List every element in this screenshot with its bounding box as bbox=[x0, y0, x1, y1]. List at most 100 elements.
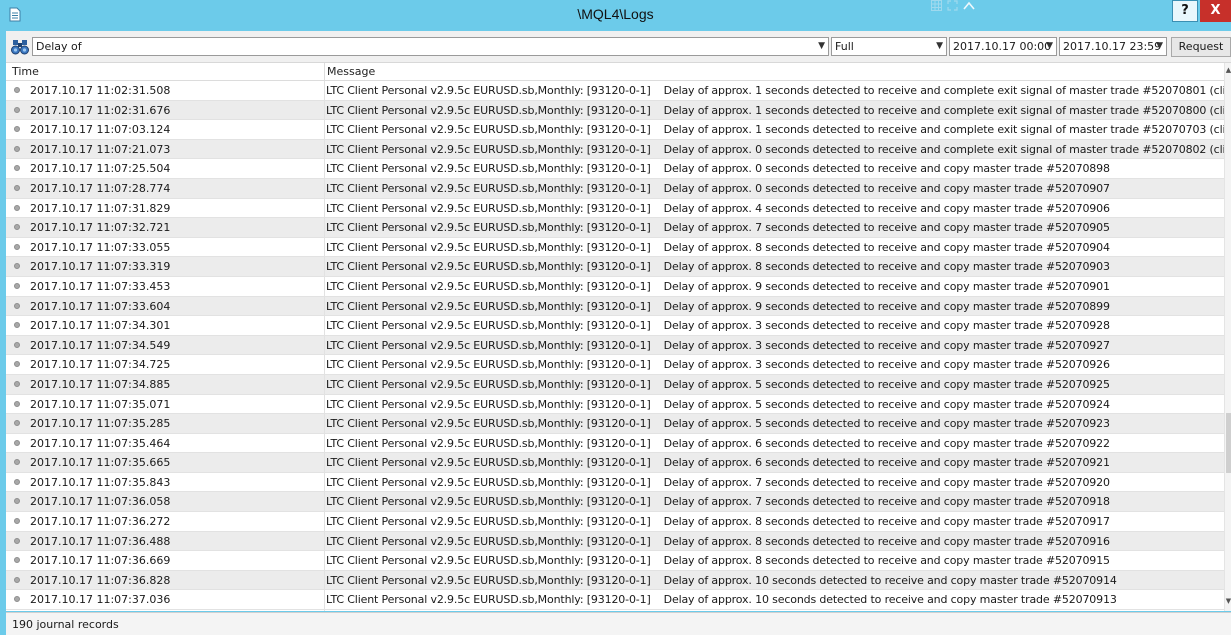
chevron-down-icon[interactable]: ▼ bbox=[1046, 38, 1053, 55]
table-row[interactable]: 2017.10.17 11:07:34.549 LTC Client Person… bbox=[6, 335, 1224, 356]
column-header-message[interactable]: Message bbox=[327, 65, 375, 78]
status-dot-icon bbox=[14, 341, 20, 348]
column-header-time[interactable]: Time bbox=[12, 65, 39, 78]
table-row[interactable]: 2017.10.17 11:07:32.721 LTC Client Person… bbox=[6, 218, 1224, 238]
scroll-thumb[interactable] bbox=[1226, 413, 1231, 473]
chevron-down-icon[interactable]: ▼ bbox=[1156, 38, 1163, 55]
message-source: LTC Client Personal v2.9.5c EURUSD.sb,Mo… bbox=[326, 436, 651, 450]
table-row[interactable]: 2017.10.17 11:07:33.055 LTC Client Person… bbox=[6, 238, 1224, 258]
row-message: LTC Client Personal v2.9.5c EURUSD.sb,Mo… bbox=[326, 358, 1110, 371]
from-date-picker[interactable]: 2017.10.17 00:00 ▼ bbox=[949, 37, 1057, 56]
table-row[interactable]: 2017.10.17 11:07:34.301 LTC Client Person… bbox=[6, 316, 1224, 336]
row-time: 2017.10.17 11:07:35.464 bbox=[30, 436, 171, 450]
row-message: LTC Client Personal v2.9.5c EURUSD.sb,Mo… bbox=[326, 476, 1110, 489]
status-dot-icon bbox=[14, 576, 20, 583]
table-row[interactable]: 2017.10.17 11:07:33.604 LTC Client Person… bbox=[6, 296, 1224, 317]
chevron-down-icon[interactable]: ▼ bbox=[936, 38, 943, 55]
message-source: LTC Client Personal v2.9.5c EURUSD.sb,Mo… bbox=[326, 534, 651, 548]
row-message: LTC Client Personal v2.9.5c EURUSD.sb,Mo… bbox=[326, 143, 1224, 156]
search-combo[interactable]: Delay of ▼ bbox=[32, 37, 829, 56]
expand-icon[interactable] bbox=[946, 0, 958, 11]
column-line bbox=[324, 81, 325, 611]
status-dot-icon bbox=[14, 478, 20, 485]
status-bar: 190 journal records bbox=[6, 612, 1231, 635]
row-message: LTC Client Personal v2.9.5c EURUSD.sb,Mo… bbox=[326, 417, 1110, 430]
table-row[interactable]: 2017.10.17 11:07:36.272 LTC Client Person… bbox=[6, 512, 1224, 532]
to-date-picker[interactable]: 2017.10.17 23:59 ▼ bbox=[1059, 37, 1167, 56]
row-time: 2017.10.17 11:07:33.319 bbox=[30, 260, 171, 274]
table-row[interactable]: 2017.10.17 11:07:28.774 LTC Client Person… bbox=[6, 178, 1224, 199]
binoculars-icon[interactable] bbox=[11, 39, 29, 55]
grid-icon[interactable] bbox=[931, 0, 942, 11]
table-row[interactable]: 2017.10.17 11:07:35.285 LTC Client Person… bbox=[6, 414, 1224, 434]
row-time: 2017.10.17 11:02:31.508 bbox=[30, 84, 171, 97]
message-source: LTC Client Personal v2.9.5c EURUSD.sb,Mo… bbox=[326, 299, 651, 313]
request-button[interactable]: Request bbox=[1171, 37, 1231, 57]
row-time: 2017.10.17 11:07:34.549 bbox=[30, 338, 171, 352]
row-time: 2017.10.17 11:07:36.272 bbox=[30, 515, 171, 529]
status-dot-icon bbox=[14, 243, 20, 250]
table-row[interactable]: 2017.10.17 11:07:35.071 LTC Client Person… bbox=[6, 395, 1224, 415]
table-row[interactable]: 2017.10.17 11:07:36.828 LTC Client Person… bbox=[6, 570, 1224, 591]
message-source: LTC Client Personal v2.9.5c EURUSD.sb,Mo… bbox=[326, 358, 651, 372]
table-row[interactable]: 2017.10.17 11:07:36.669 LTC Client Person… bbox=[6, 551, 1224, 571]
table-row[interactable]: 2017.10.17 11:07:34.885 LTC Client Person… bbox=[6, 374, 1224, 395]
minimize-icon[interactable] bbox=[962, 0, 975, 11]
row-time: 2017.10.17 11:07:35.285 bbox=[30, 417, 171, 431]
row-message: LTC Client Personal v2.9.5c EURUSD.sb,Mo… bbox=[326, 339, 1110, 352]
table-row[interactable]: 2017.10.17 11:07:34.725 LTC Client Person… bbox=[6, 355, 1224, 375]
message-text: Delay of approx. 5 seconds detected to r… bbox=[663, 417, 1110, 431]
message-text: Delay of approx. 1 seconds detected to r… bbox=[663, 123, 1224, 137]
table-row[interactable]: 2017.10.17 11:07:21.073 LTC Client Person… bbox=[6, 139, 1224, 160]
table-row[interactable]: 2017.10.17 11:07:37.036 LTC Client Person… bbox=[6, 590, 1224, 611]
message-text: Delay of approx. 3 seconds detected to r… bbox=[663, 358, 1110, 372]
message-source: LTC Client Personal v2.9.5c EURUSD.sb,Mo… bbox=[326, 123, 651, 137]
row-time: 2017.10.17 11:07:03.124 bbox=[30, 123, 171, 137]
table-row[interactable]: 2017.10.17 11:07:25.504 LTC Client Person… bbox=[6, 159, 1224, 179]
close-button[interactable]: X bbox=[1200, 0, 1231, 22]
message-source: LTC Client Personal v2.9.5c EURUSD.sb,Mo… bbox=[326, 201, 651, 215]
scroll-down-icon[interactable]: ▼ bbox=[1225, 597, 1231, 605]
row-time: 2017.10.17 11:07:35.843 bbox=[30, 475, 171, 489]
table-row[interactable]: 2017.10.17 11:07:03.124 LTC Client Person… bbox=[6, 120, 1224, 140]
table-row[interactable]: 2017.10.17 11:07:35.464 LTC Client Person… bbox=[6, 434, 1224, 454]
table-row[interactable]: 2017.10.17 11:07:36.488 LTC Client Person… bbox=[6, 531, 1224, 552]
status-dot-icon bbox=[14, 126, 20, 133]
row-time: 2017.10.17 11:07:35.665 bbox=[30, 456, 171, 470]
table-row[interactable]: 2017.10.17 11:07:36.058 LTC Client Person… bbox=[6, 492, 1224, 513]
column-divider[interactable] bbox=[324, 63, 325, 80]
table-row[interactable]: 2017.10.17 11:07:35.843 LTC Client Person… bbox=[6, 473, 1224, 493]
row-time: 2017.10.17 11:07:34.725 bbox=[30, 358, 171, 372]
table-row[interactable]: 2017.10.17 11:07:33.319 LTC Client Person… bbox=[6, 257, 1224, 277]
status-dot-icon bbox=[14, 439, 20, 446]
row-time: 2017.10.17 11:07:37.036 bbox=[30, 593, 171, 607]
message-source: LTC Client Personal v2.9.5c EURUSD.sb,Mo… bbox=[326, 142, 651, 156]
table-row[interactable]: 2017.10.17 11:07:31.829 LTC Client Person… bbox=[6, 199, 1224, 219]
row-message: LTC Client Personal v2.9.5c EURUSD.sb,Mo… bbox=[326, 593, 1117, 606]
vertical-scrollbar[interactable]: ▲ ▼ bbox=[1224, 63, 1231, 611]
row-message: LTC Client Personal v2.9.5c EURUSD.sb,Mo… bbox=[326, 280, 1110, 293]
chevron-down-icon[interactable]: ▼ bbox=[818, 38, 825, 55]
scroll-up-icon[interactable]: ▲ bbox=[1225, 66, 1231, 74]
journal-rows: 2017.10.17 11:02:31.508 LTC Client Person… bbox=[6, 81, 1224, 611]
row-time: 2017.10.17 11:07:31.829 bbox=[30, 201, 171, 215]
message-source: LTC Client Personal v2.9.5c EURUSD.sb,Mo… bbox=[326, 456, 651, 470]
row-time: 2017.10.17 11:07:34.301 bbox=[30, 319, 171, 333]
status-dot-icon bbox=[14, 302, 20, 309]
status-dot-icon bbox=[14, 498, 20, 505]
message-text: Delay of approx. 8 seconds detected to r… bbox=[663, 240, 1110, 254]
row-time: 2017.10.17 11:07:25.504 bbox=[30, 162, 171, 176]
message-source: LTC Client Personal v2.9.5c EURUSD.sb,Mo… bbox=[326, 260, 651, 274]
table-row[interactable]: 2017.10.17 11:07:35.665 LTC Client Person… bbox=[6, 453, 1224, 473]
table-row[interactable]: 2017.10.17 11:02:31.508 LTC Client Person… bbox=[6, 81, 1224, 101]
filter-toolbar: Delay of ▼ Full ▼ 2017.10.17 00:00 ▼ 201… bbox=[6, 31, 1231, 63]
status-dot-icon bbox=[14, 282, 20, 289]
message-source: LTC Client Personal v2.9.5c EURUSD.sb,Mo… bbox=[326, 417, 651, 431]
mode-select[interactable]: Full ▼ bbox=[831, 37, 947, 56]
table-row[interactable]: 2017.10.17 11:02:31.676 LTC Client Person… bbox=[6, 100, 1224, 121]
message-source: LTC Client Personal v2.9.5c EURUSD.sb,Mo… bbox=[326, 495, 651, 509]
row-message: LTC Client Personal v2.9.5c EURUSD.sb,Mo… bbox=[326, 515, 1110, 528]
help-button[interactable]: ? bbox=[1172, 0, 1198, 22]
table-row[interactable]: 2017.10.17 11:07:33.453 LTC Client Person… bbox=[6, 277, 1224, 297]
message-source: LTC Client Personal v2.9.5c EURUSD.sb,Mo… bbox=[326, 573, 651, 587]
